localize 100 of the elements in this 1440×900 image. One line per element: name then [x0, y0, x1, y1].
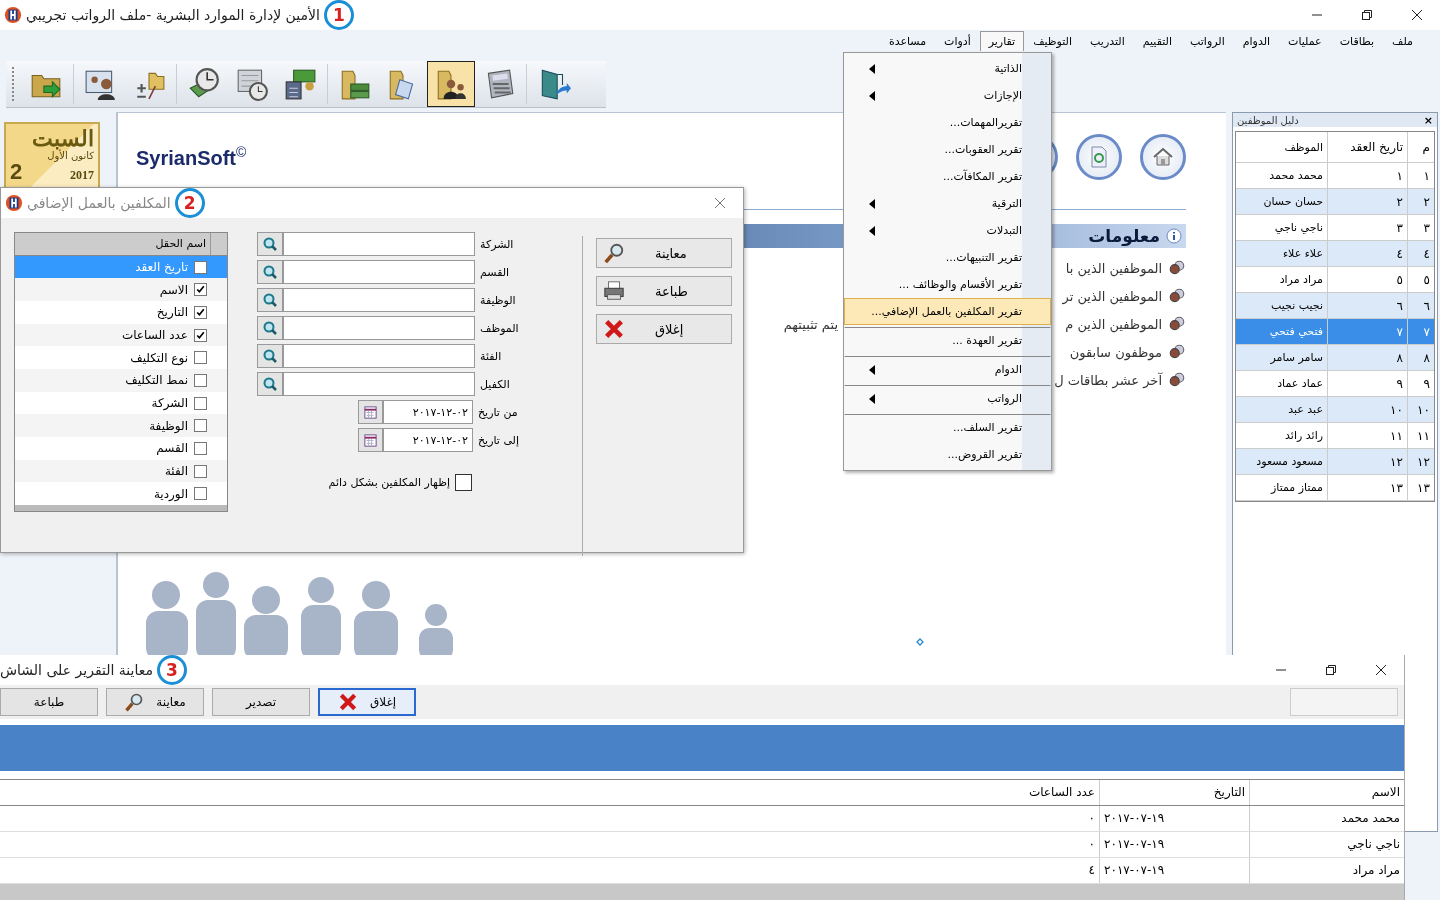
employee-row[interactable]: ٤ ٤ علاء علاء: [1236, 241, 1434, 267]
field-label: من تاريخ: [477, 404, 518, 421]
toolbar-button[interactable]: [427, 61, 475, 107]
close-icon[interactable]: [1411, 9, 1423, 21]
field-row[interactable]: الوظيفة: [15, 414, 227, 438]
input-field[interactable]: [1290, 688, 1398, 717]
table-cell: ١: [1407, 163, 1434, 188]
checkbox[interactable]: [194, 305, 207, 319]
menu-item[interactable]: بطاقات: [1330, 30, 1384, 52]
panel-close-button[interactable]: ×: [1423, 113, 1433, 127]
menu-item[interactable]: الرواتب: [844, 385, 1051, 412]
field-row[interactable]: القسم: [15, 437, 227, 460]
field-row[interactable]: الاسم: [15, 278, 227, 302]
close-button[interactable]: إغلاق: [318, 688, 416, 717]
checkbox[interactable]: [194, 351, 207, 365]
menu-item[interactable]: الدوام: [844, 356, 1051, 383]
menu-item[interactable]: ملف: [1383, 30, 1422, 52]
info-link[interactable]: آخر عشر بطاقات ل: [1054, 372, 1162, 388]
employee-row[interactable]: ١٣ ١٣ ممتاز ممتاز: [1236, 475, 1434, 501]
input-field[interactable]: [283, 288, 475, 312]
employee-row[interactable]: ١٠ ١٠ عبد عبد: [1236, 397, 1434, 423]
export-button[interactable]: تصدير: [212, 688, 310, 717]
field-row[interactable]: التاريخ: [15, 301, 227, 324]
menu-item[interactable]: تقريرالمهمات...: [844, 109, 1051, 136]
menu-item[interactable]: تقارير: [979, 31, 1025, 51]
preview-button[interactable]: معاينة: [596, 238, 732, 268]
search-button[interactable]: [257, 316, 283, 340]
menu-item[interactable]: التقييم: [1133, 30, 1181, 52]
maximize-icon[interactable]: [1361, 9, 1373, 21]
field-name: الفئة: [164, 464, 188, 479]
input-field[interactable]: [283, 344, 475, 368]
checkbox[interactable]: [194, 487, 207, 501]
checkbox[interactable]: [194, 283, 207, 297]
home-icon: [1151, 145, 1175, 169]
menu-item[interactable]: عمليات: [1279, 30, 1331, 52]
employee-row[interactable]: ٢ ٢ حسان حسان: [1236, 189, 1434, 215]
preview-button[interactable]: معاينة: [106, 688, 204, 717]
menu-item[interactable]: تقرير التنبيهات...: [844, 244, 1051, 271]
month-name: كانون الأول: [47, 150, 94, 162]
menu-item[interactable]: الترقية: [844, 190, 1051, 217]
employee-row[interactable]: ٦ ٦ نجيب نجيب: [1236, 293, 1434, 319]
field-row[interactable]: الفئة: [15, 459, 227, 483]
maximize-icon[interactable]: [1325, 664, 1337, 676]
column-header[interactable]: تاريخ العقد: [1327, 132, 1407, 162]
menu-item[interactable]: التدريب: [1081, 30, 1134, 52]
menu-item[interactable]: الدوام: [1233, 30, 1280, 52]
menu-item[interactable]: تقرير السلف...: [844, 414, 1051, 441]
menu-item[interactable]: مساعدة: [879, 30, 936, 52]
input-field[interactable]: [283, 260, 475, 284]
checkbox[interactable]: [455, 474, 472, 491]
search-button[interactable]: [257, 344, 283, 368]
menu-item[interactable]: تقرير العقوبات...: [844, 136, 1051, 163]
employee-row[interactable]: ٨ ٨ سامر سامر: [1236, 345, 1434, 371]
info-link[interactable]: الموظفين الذين با: [1058, 260, 1162, 276]
employee-row[interactable]: ١٢ ١٢ مسعود مسعود: [1236, 449, 1434, 475]
calendar-button[interactable]: [358, 400, 383, 424]
search-button[interactable]: [257, 372, 283, 396]
date-field[interactable]: ٠٢-١٢-٢٠١٧: [383, 428, 473, 452]
menu-item[interactable]: التوظيف: [1024, 30, 1082, 52]
refresh-button[interactable]: [1076, 134, 1122, 180]
date-field[interactable]: ٠٢-١٢-٢٠١٧: [383, 400, 473, 424]
input-field[interactable]: [283, 232, 475, 256]
menu-item[interactable]: تقرير المكافآت...: [844, 163, 1051, 190]
input-field[interactable]: [283, 372, 475, 396]
menu-item[interactable]: تقرير القروض...: [844, 441, 1051, 468]
menu-item[interactable]: الإجازات: [844, 82, 1051, 109]
field-row[interactable]: عدد الساعات: [15, 323, 227, 347]
search-button[interactable]: [257, 288, 283, 312]
menu-item[interactable]: التبدلات: [844, 217, 1051, 244]
menu-item[interactable]: تقرير الأقسام والوظائف ...: [844, 271, 1051, 298]
field-row[interactable]: الوردية: [15, 482, 227, 506]
calendar-button[interactable]: [358, 428, 383, 452]
menu-item[interactable]: تقرير العهدة ...: [844, 327, 1051, 354]
close-icon[interactable]: [1375, 664, 1387, 676]
menu-item[interactable]: الرواتب: [1181, 30, 1234, 52]
print-button[interactable]: طباعة: [596, 276, 732, 306]
home-button[interactable]: [1140, 134, 1186, 180]
menu-item[interactable]: الذاتية: [844, 55, 1051, 82]
info-link[interactable]: موظفون سابقون: [1058, 344, 1162, 360]
search-button[interactable]: [257, 260, 283, 284]
checkbox[interactable]: [194, 328, 207, 342]
field-row[interactable]: نوع التكليف: [15, 346, 227, 370]
close-button[interactable]: إغلاق: [596, 314, 732, 344]
info-link[interactable]: الموظفين الذين م: [1058, 316, 1162, 332]
checkbox[interactable]: [194, 441, 207, 455]
column-header[interactable]: م: [1407, 132, 1434, 162]
print-button[interactable]: طباعة: [0, 688, 98, 717]
search-button[interactable]: [257, 232, 283, 256]
info-link[interactable]: الموظفين الذين تر: [1058, 288, 1162, 304]
checkbox[interactable]: [194, 260, 207, 274]
column-header[interactable]: الموظف: [1236, 132, 1327, 162]
checkbox[interactable]: [194, 464, 207, 478]
checkbox[interactable]: [194, 419, 207, 433]
field-row[interactable]: نمط التكليف: [15, 369, 227, 392]
checkbox[interactable]: [194, 373, 207, 387]
menu-item[interactable]: تقرير المكلفين بالعمل الإضافي...: [844, 298, 1051, 325]
checkbox[interactable]: [194, 396, 207, 410]
menu-item[interactable]: أدوات: [935, 30, 980, 52]
input-field[interactable]: [283, 316, 475, 340]
field-row[interactable]: الشركة: [15, 391, 227, 415]
